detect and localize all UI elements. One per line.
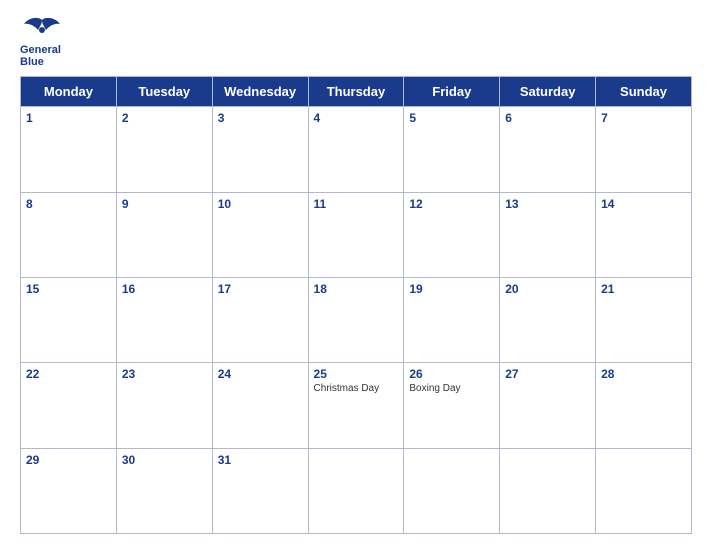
date-cell-25: 25 Christmas Day — [308, 363, 404, 448]
day-header-wednesday: Wednesday — [212, 77, 308, 107]
date-cell-14: 14 — [596, 192, 692, 277]
week-row-4: 22 23 24 25 Christmas Day 26 Boxing Day 27 28 — [21, 363, 692, 448]
date-cell-28: 28 — [596, 363, 692, 448]
date-cell-17: 17 — [212, 277, 308, 362]
day-header-tuesday: Tuesday — [116, 77, 212, 107]
date-number: 20 — [505, 282, 590, 296]
date-cell-7: 7 — [596, 107, 692, 192]
date-number: 30 — [122, 453, 207, 467]
date-number: 4 — [314, 111, 399, 125]
date-number: 8 — [26, 197, 111, 211]
date-number: 26 — [409, 367, 494, 381]
logo-icon — [20, 16, 64, 44]
date-number: 28 — [601, 367, 686, 381]
date-number: 27 — [505, 367, 590, 381]
country-label — [612, 16, 692, 22]
date-cell-30: 30 — [116, 448, 212, 533]
date-cell-1: 1 — [21, 107, 117, 192]
date-cell-13: 13 — [500, 192, 596, 277]
date-cell-31: 31 — [212, 448, 308, 533]
day-header-sunday: Sunday — [596, 77, 692, 107]
holiday-label: Boxing Day — [409, 383, 494, 394]
date-cell-6: 6 — [500, 107, 596, 192]
date-cell-24: 24 — [212, 363, 308, 448]
date-cell-29: 29 — [21, 448, 117, 533]
calendar-table: MondayTuesdayWednesdayThursdayFridaySatu… — [20, 76, 692, 534]
date-cell-empty — [500, 448, 596, 533]
date-number: 15 — [26, 282, 111, 296]
date-cell-2: 2 — [116, 107, 212, 192]
date-cell-8: 8 — [21, 192, 117, 277]
date-cell-23: 23 — [116, 363, 212, 448]
date-number: 19 — [409, 282, 494, 296]
date-number: 10 — [218, 197, 303, 211]
date-number: 17 — [218, 282, 303, 296]
date-cell-5: 5 — [404, 107, 500, 192]
day-header-monday: Monday — [21, 77, 117, 107]
date-cell-20: 20 — [500, 277, 596, 362]
date-cell-16: 16 — [116, 277, 212, 362]
date-number: 14 — [601, 197, 686, 211]
date-number: 2 — [122, 111, 207, 125]
date-number: 1 — [26, 111, 111, 125]
date-number: 13 — [505, 197, 590, 211]
date-cell-22: 22 — [21, 363, 117, 448]
date-number: 23 — [122, 367, 207, 381]
date-cell-15: 15 — [21, 277, 117, 362]
date-cell-empty — [308, 448, 404, 533]
date-cell-3: 3 — [212, 107, 308, 192]
date-cell-27: 27 — [500, 363, 596, 448]
date-number: 16 — [122, 282, 207, 296]
date-number: 18 — [314, 282, 399, 296]
day-header-thursday: Thursday — [308, 77, 404, 107]
date-number: 11 — [314, 197, 399, 211]
header-row: MondayTuesdayWednesdayThursdayFridaySatu… — [21, 77, 692, 107]
week-row-5: 29 30 31 — [21, 448, 692, 533]
week-row-3: 15 16 17 18 19 20 21 — [21, 277, 692, 362]
logo-text: General Blue — [20, 44, 61, 68]
calendar-header: General Blue — [20, 16, 692, 68]
day-header-saturday: Saturday — [500, 77, 596, 107]
date-cell-18: 18 — [308, 277, 404, 362]
date-cell-11: 11 — [308, 192, 404, 277]
date-number: 3 — [218, 111, 303, 125]
date-cell-21: 21 — [596, 277, 692, 362]
date-cell-10: 10 — [212, 192, 308, 277]
date-number: 21 — [601, 282, 686, 296]
holiday-label: Christmas Day — [314, 383, 399, 394]
date-number: 9 — [122, 197, 207, 211]
date-cell-empty — [404, 448, 500, 533]
date-number: 5 — [409, 111, 494, 125]
date-number: 25 — [314, 367, 399, 381]
week-row-2: 89 10 11 12 13 14 — [21, 192, 692, 277]
date-number: 12 — [409, 197, 494, 211]
date-cell-empty — [596, 448, 692, 533]
date-cell-26: 26 Boxing Day — [404, 363, 500, 448]
date-cell-12: 12 — [404, 192, 500, 277]
date-number: 7 — [601, 111, 686, 125]
date-number: 29 — [26, 453, 111, 467]
date-number: 22 — [26, 367, 111, 381]
date-cell-4: 4 — [308, 107, 404, 192]
logo: General Blue — [20, 16, 64, 68]
week-row-1: 1234567 — [21, 107, 692, 192]
date-cell-19: 19 — [404, 277, 500, 362]
date-number: 31 — [218, 453, 303, 467]
date-number: 24 — [218, 367, 303, 381]
date-number: 6 — [505, 111, 590, 125]
date-cell-9: 9 — [116, 192, 212, 277]
day-header-friday: Friday — [404, 77, 500, 107]
